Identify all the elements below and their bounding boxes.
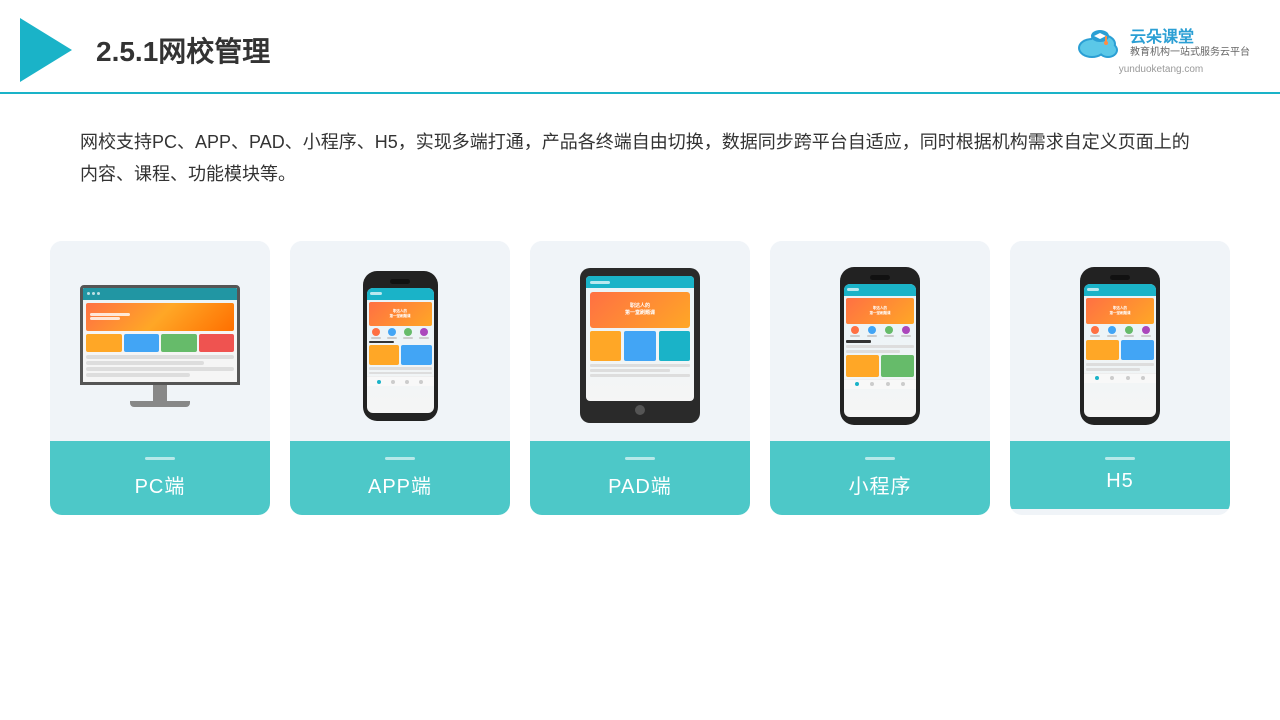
page-title: 2.5.1网校管理 xyxy=(96,30,270,70)
logo-triangle-icon xyxy=(20,18,72,82)
monitor-screen xyxy=(80,285,240,385)
miniprogram-card: 职达人的第一堂刷题课 xyxy=(770,241,990,515)
header-left: 2.5.1网校管理 xyxy=(20,18,270,82)
pc-image-area xyxy=(50,241,270,441)
brand-url: yunduoketang.com xyxy=(1119,64,1204,75)
miniprogram-image-area: 职达人的第一堂刷题课 xyxy=(770,241,990,441)
pad-label: PAD端 xyxy=(530,441,750,515)
pad-screen: 职达人的第一堂刷题课 xyxy=(586,276,694,401)
brand-name: 云朵课堂 xyxy=(1130,28,1250,47)
app-card: 职达人的第一堂刷题课 xyxy=(290,241,510,515)
description-text: 网校支持PC、APP、PAD、小程序、H5，实现多端打通，产品各终端自由切换，数… xyxy=(0,94,1280,211)
h5-card: 职达人的第一堂刷题课 xyxy=(1010,241,1230,515)
cloud-icon xyxy=(1072,26,1122,62)
brand-text-group: 云朵课堂 教育机构一站式服务云平台 xyxy=(1130,28,1250,59)
pc-label: PC端 xyxy=(50,441,270,515)
description-paragraph: 网校支持PC、APP、PAD、小程序、H5，实现多端打通，产品各终端自由切换，数… xyxy=(80,126,1200,191)
h5-label: H5 xyxy=(1010,441,1230,509)
pad-card: 职达人的第一堂刷题课 xyxy=(530,241,750,515)
app-phone: 职达人的第一堂刷题课 xyxy=(363,271,438,421)
miniprogram-phone: 职达人的第一堂刷题课 xyxy=(840,267,920,425)
pad-device: 职达人的第一堂刷题课 xyxy=(580,268,700,423)
pc-monitor xyxy=(70,285,250,407)
h5-phone: 职达人的第一堂刷题课 xyxy=(1080,267,1160,425)
pad-image-area: 职达人的第一堂刷题课 xyxy=(530,241,750,441)
cards-container: PC端 职达人的第一堂刷题课 xyxy=(0,221,1280,535)
header: 2.5.1网校管理 云朵课堂 教育机构一站式服务云平台 yu xyxy=(0,0,1280,94)
app-image-area: 职达人的第一堂刷题课 xyxy=(290,241,510,441)
brand-area: 云朵课堂 教育机构一站式服务云平台 yunduoketang.com xyxy=(1072,26,1250,75)
miniprogram-label: 小程序 xyxy=(770,441,990,515)
brand-tagline: 教育机构一站式服务云平台 xyxy=(1130,47,1250,59)
pc-card: PC端 xyxy=(50,241,270,515)
h5-image-area: 职达人的第一堂刷题课 xyxy=(1010,241,1230,441)
brand-logo: 云朵课堂 教育机构一站式服务云平台 xyxy=(1072,26,1250,62)
app-label: APP端 xyxy=(290,441,510,515)
